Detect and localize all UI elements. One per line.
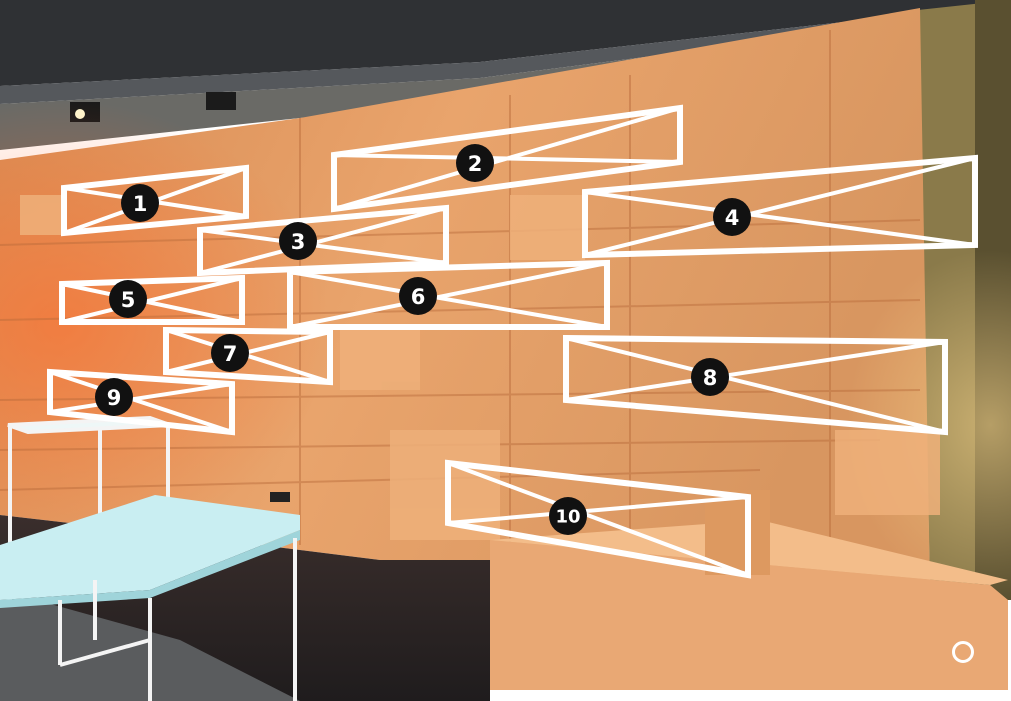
panel-4-badge[interactable]: 4 [713,198,751,236]
floor-socket [270,492,290,502]
badge-number: 7 [223,342,238,366]
badge-number: 1 [133,192,148,216]
panel-8-badge[interactable]: 8 [691,358,729,396]
panel-3-badge[interactable]: 3 [279,222,317,260]
plywood-wall-scene: 1 2 3 4 5 6 7 8 9 10 [0,0,1011,701]
panel-10-badge[interactable]: 10 [549,497,587,535]
badge-number: 8 [703,366,718,390]
badge-number: 5 [121,288,136,312]
photo: 1 2 3 4 5 6 7 8 9 10 [0,0,1011,701]
circle-outline-icon[interactable] [952,641,974,663]
badge-number: 4 [725,206,740,230]
panel-9-badge[interactable]: 9 [95,378,133,416]
badge-number: 9 [107,386,122,410]
badge-number: 2 [468,152,483,176]
panel-2-badge[interactable]: 2 [456,144,494,182]
badge-number: 6 [411,285,426,309]
panel-7-badge[interactable]: 7 [211,334,249,372]
badge-number: 3 [291,230,306,254]
badge-number: 10 [555,507,580,528]
panel-6-badge[interactable]: 6 [399,277,437,315]
panel-1-badge[interactable]: 1 [121,184,159,222]
panel-5-badge[interactable]: 5 [109,280,147,318]
